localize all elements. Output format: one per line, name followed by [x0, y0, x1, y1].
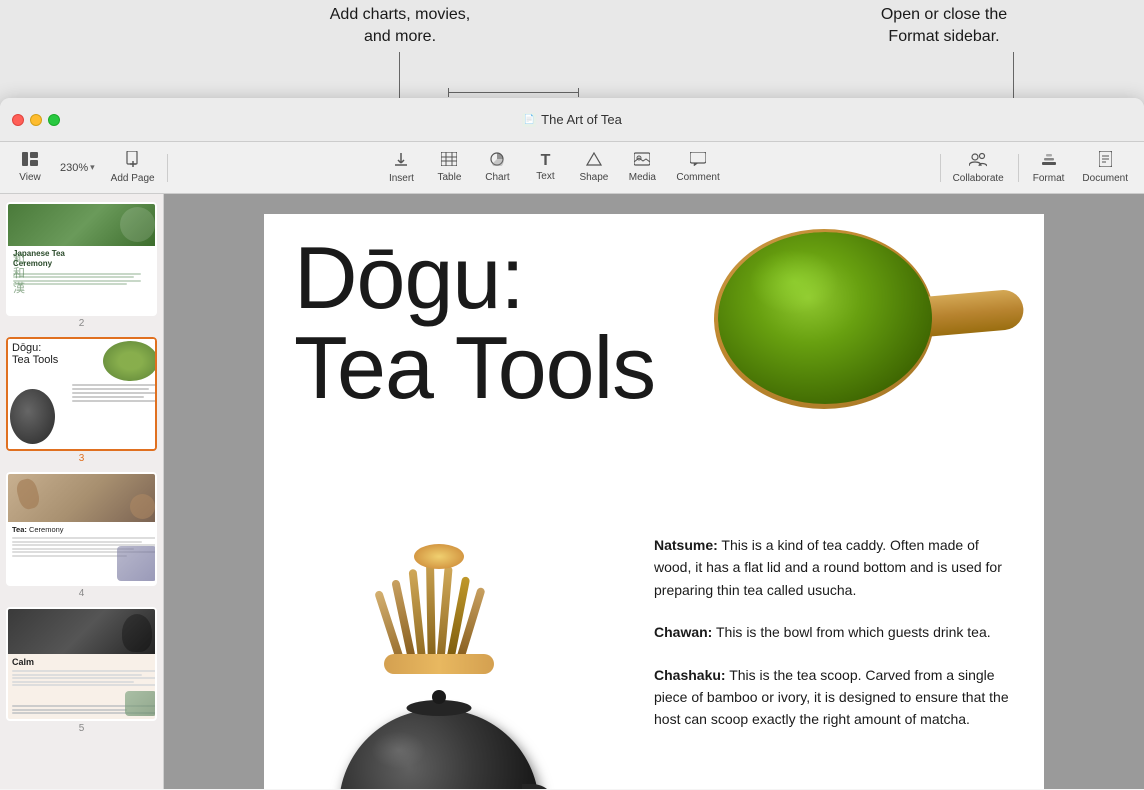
comment-icon [690, 152, 706, 170]
page-number-4: 4 [6, 588, 157, 599]
document-icon [1099, 151, 1112, 171]
comment-button[interactable]: Comment [668, 148, 727, 187]
matcha-image [664, 214, 1044, 474]
insert-icon [394, 151, 408, 171]
bracket-right-tick [578, 88, 579, 97]
insert-button[interactable]: Insert [379, 147, 423, 188]
toolbar-right-group: Collaborate Format Document [945, 147, 1136, 188]
media-icon [634, 152, 650, 170]
paragraph-chashaku: Chashaku: This is the tea scoop. Carved … [654, 664, 1014, 731]
page-thumb-2[interactable]: Japanese TeaCeremony 和和漢 [6, 202, 157, 329]
left-callout-line [399, 52, 400, 98]
text-icon: T [541, 153, 551, 169]
page-thumb-4[interactable]: Tea: Ceremony 4 [6, 472, 157, 599]
teapot-image: 幸 福 [264, 514, 614, 789]
page-thumb-3[interactable]: Dōgu:Tea Tools [6, 337, 157, 464]
collaborate-button[interactable]: Collaborate [945, 148, 1012, 188]
page-thumb-5[interactable]: Calm [6, 607, 157, 734]
chart-icon [489, 152, 505, 170]
right-callout: Open or close theFormat sidebar. [844, 4, 1044, 49]
media-button[interactable]: Media [620, 148, 664, 187]
bracket-left-tick [448, 88, 449, 97]
page-number-3: 3 [6, 453, 157, 464]
titlebar: 📄 The Art of Tea [0, 98, 1144, 142]
toolbar-divider-1 [167, 154, 168, 182]
shape-icon [586, 152, 602, 170]
close-button[interactable] [12, 114, 24, 126]
paragraph-natsume: Natsume: This is a kind of tea caddy. Of… [654, 534, 1014, 601]
window-title: 📄 The Art of Tea [522, 112, 622, 127]
left-callout: Add charts, movies,and more. [300, 4, 500, 49]
page-number-2: 2 [6, 318, 157, 329]
collaborate-icon [969, 152, 987, 171]
pages-sidebar: Japanese TeaCeremony 和和漢 [0, 194, 164, 789]
paragraph-chawan: Chawan: This is the bowl from which gues… [654, 621, 1014, 643]
maximize-button[interactable] [48, 114, 60, 126]
bracket-line [448, 92, 578, 93]
zoom-control[interactable]: 230% ▾ [54, 158, 101, 178]
table-button[interactable]: Table [427, 148, 471, 187]
toolbar: View 230% ▾ Add Page Insert [0, 142, 1144, 194]
format-icon [1041, 152, 1057, 171]
window: 📄 The Art of Tea View 230% ▾ Add Page [0, 98, 1144, 790]
zoom-chevron: ▾ [90, 162, 95, 173]
annotation-overlay: Add charts, movies,and more. Open or clo… [0, 0, 1144, 98]
add-page-button[interactable]: Add Page [103, 147, 163, 188]
document-title: Dōgu: Tea Tools [294, 234, 664, 414]
shape-button[interactable]: Shape [571, 148, 616, 187]
format-button[interactable]: Format [1025, 148, 1073, 188]
minimize-button[interactable] [30, 114, 42, 126]
add-page-icon [125, 151, 141, 171]
toolbar-divider-2 [940, 154, 941, 182]
right-callout-line [1013, 52, 1014, 98]
view-button[interactable]: View [8, 148, 52, 187]
document-page: Dōgu: Tea Tools [264, 214, 1044, 789]
toolbar-divider-3 [1018, 154, 1019, 182]
table-icon [441, 152, 457, 170]
doc-icon: 📄 [522, 113, 536, 127]
toolbar-left-group: View 230% ▾ Add Page [8, 147, 163, 188]
document-text-area: Natsume: This is a kind of tea caddy. Of… [624, 514, 1044, 771]
view-icon [22, 152, 38, 170]
chart-button[interactable]: Chart [475, 148, 519, 187]
toolbar-center-group: Insert Table Chart T Text [379, 147, 727, 188]
document-canvas[interactable]: Dōgu: Tea Tools [164, 194, 1144, 789]
main-area: Japanese TeaCeremony 和和漢 [0, 194, 1144, 789]
traffic-lights [0, 114, 60, 126]
page-number-5: 5 [6, 723, 157, 734]
text-button[interactable]: T Text [523, 149, 567, 186]
document-button[interactable]: Document [1074, 147, 1136, 188]
